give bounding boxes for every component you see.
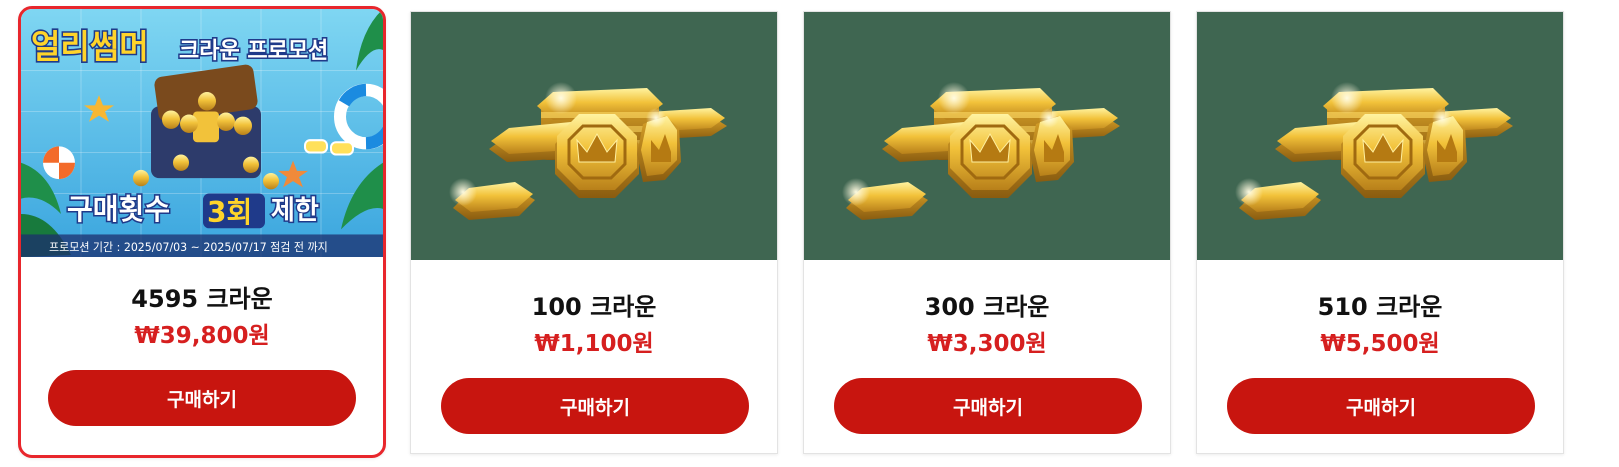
buy-button[interactable]: 구매하기 — [834, 378, 1142, 434]
product-name: 100 크라운 — [531, 293, 657, 321]
buy-button[interactable]: 구매하기 — [1227, 378, 1535, 434]
crown-coins-image — [804, 12, 1170, 260]
crown-coins-image — [1197, 12, 1563, 260]
product-price: ₩3,300원 — [927, 331, 1047, 357]
product-card-4595[interactable]: 얼리썸머 크라운 프로모션 구매횟수 3회 제한 프로모션 기간 : 2025/… — [18, 6, 386, 458]
product-card-510[interactable]: 510 크라운 ₩5,500원 구매하기 — [1196, 11, 1564, 454]
promo-banner-image: 얼리썸머 크라운 프로모션 구매횟수 3회 제한 프로모션 기간 : 2025/… — [21, 9, 383, 257]
product-price: ₩1,100원 — [534, 331, 654, 357]
promo-limit-suffix: 제한 — [271, 196, 319, 226]
product-name: 4595 크라운 — [131, 285, 273, 313]
buy-button[interactable]: 구매하기 — [441, 378, 749, 434]
product-name: 510 크라운 — [1317, 293, 1443, 321]
product-name: 300 크라운 — [924, 293, 1050, 321]
promo-limit-count: 3회 — [207, 196, 252, 229]
promo-limit-prefix: 구매횟수 — [67, 193, 170, 226]
product-price: ₩5,500원 — [1320, 331, 1440, 357]
promo-title-sub: 크라운 프로모션 — [179, 38, 328, 64]
buy-button[interactable]: 구매하기 — [48, 370, 356, 426]
promo-title-main: 얼리썸머 — [31, 28, 149, 66]
product-card-300[interactable]: 300 크라운 ₩3,300원 구매하기 — [803, 11, 1171, 454]
product-card-100[interactable]: 100 크라운 ₩1,100원 구매하기 — [410, 11, 778, 454]
product-price: ₩39,800원 — [134, 323, 270, 349]
crown-coins-image — [411, 12, 777, 260]
promo-period: 프로모션 기간 : 2025/07/03 ~ 2025/07/17 점검 전 까… — [49, 241, 328, 254]
